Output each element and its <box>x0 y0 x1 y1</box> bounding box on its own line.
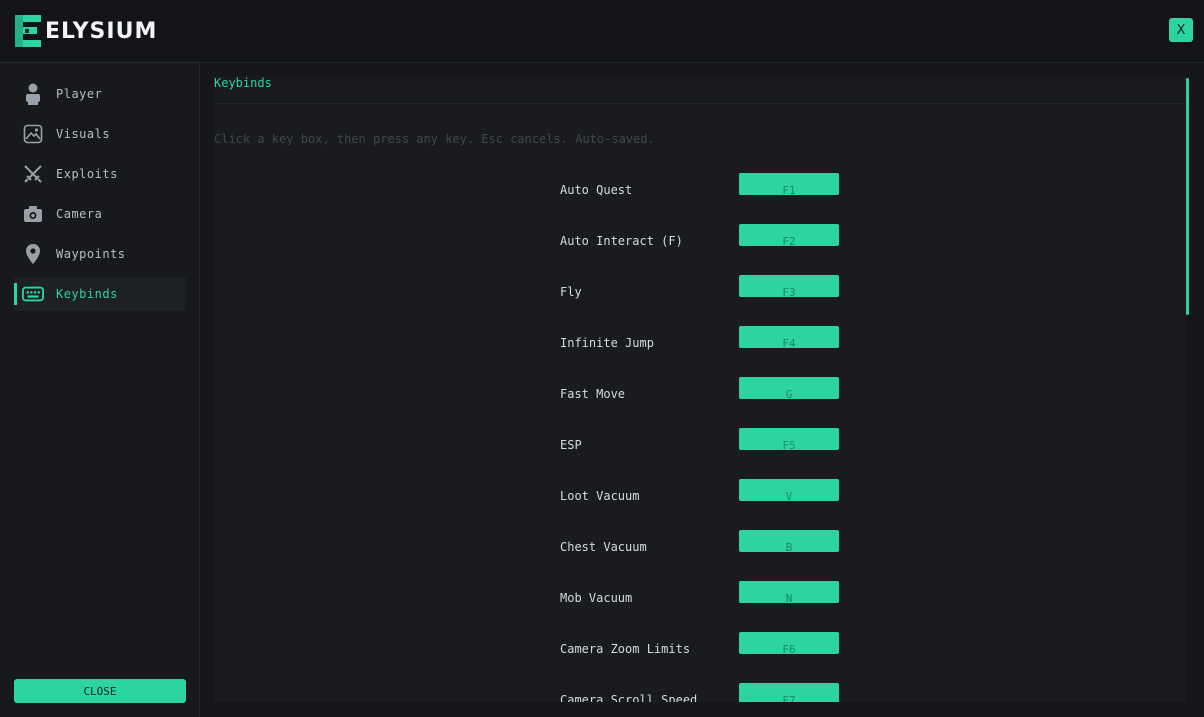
close-button[interactable]: CLOSE <box>14 679 186 703</box>
sidebar-item-label: Exploits <box>56 167 118 181</box>
app-window: ELYSIUM X Player Visuals Exploits Camera… <box>0 0 1204 717</box>
key-box[interactable]: F5 <box>739 428 839 450</box>
sidebar-item-waypoints[interactable]: Waypoints <box>14 237 186 271</box>
sidebar-item-label: Waypoints <box>56 247 126 261</box>
key-value: F4 <box>782 337 796 348</box>
close-window-button[interactable]: X <box>1169 18 1193 42</box>
panel-header: Keybinds <box>214 76 1186 104</box>
key-value: F1 <box>782 184 796 195</box>
key-value: F3 <box>782 286 796 297</box>
keybind-row: Auto Interact (F) F2 <box>560 224 840 248</box>
sidebar: Player Visuals Exploits Camera Waypoints… <box>0 63 200 717</box>
key-value: F5 <box>782 439 796 450</box>
keybind-label: Fast Move <box>560 387 626 401</box>
key-value: V <box>785 490 793 501</box>
app-logo: ELYSIUM <box>13 14 157 48</box>
image-icon <box>22 123 44 145</box>
keybind-label: Fly <box>560 285 582 299</box>
sidebar-item-label: Player <box>56 87 103 101</box>
key-value: B <box>785 541 793 552</box>
keybind-label: Mob Vacuum <box>560 591 633 605</box>
keybind-label: Loot Vacuum <box>560 489 640 503</box>
key-box[interactable]: F6 <box>739 632 839 654</box>
key-box[interactable]: N <box>739 581 839 603</box>
keybind-label: Auto Interact (F) <box>560 234 683 248</box>
main-content: Keybinds Click a key box, then press any… <box>200 63 1204 717</box>
keybind-row: ESP F5 <box>560 428 840 452</box>
keybind-row: Auto Quest F1 <box>560 173 840 197</box>
sidebar-item-player[interactable]: Player <box>14 77 186 111</box>
app-title: ELYSIUM <box>45 18 158 44</box>
key-box[interactable]: B <box>739 530 839 552</box>
keybind-row: Fast Move G <box>560 377 840 401</box>
keybind-row: Camera Zoom Limits F6 <box>560 632 840 656</box>
keybind-label: Camera Zoom Limits <box>560 642 691 656</box>
logo-icon <box>13 14 43 48</box>
key-value: G <box>785 388 793 399</box>
key-value: F7 <box>782 694 796 702</box>
title-bar: ELYSIUM X <box>0 0 1204 63</box>
keybind-label: Chest Vacuum <box>560 540 647 554</box>
crossed-swords-icon <box>22 163 44 185</box>
key-box[interactable]: F1 <box>739 173 839 195</box>
key-box[interactable]: F4 <box>739 326 839 348</box>
keybind-label: Auto Quest <box>560 183 633 197</box>
sidebar-item-exploits[interactable]: Exploits <box>14 157 186 191</box>
sidebar-item-keybinds[interactable]: Keybinds <box>14 277 186 311</box>
sidebar-item-label: Visuals <box>56 127 111 141</box>
keybind-row: Loot Vacuum V <box>560 479 840 503</box>
keybind-row: Camera Scroll Speed F7 <box>560 683 840 702</box>
keybind-row: Mob Vacuum N <box>560 581 840 605</box>
close-icon: X <box>1176 22 1186 38</box>
camera-icon <box>22 203 44 225</box>
keybind-row: Fly F3 <box>560 275 840 299</box>
sidebar-item-camera[interactable]: Camera <box>14 197 186 231</box>
keybind-label: ESP <box>560 438 582 452</box>
keybind-row: Chest Vacuum B <box>560 530 840 554</box>
sidebar-item-visuals[interactable]: Visuals <box>14 117 186 151</box>
sidebar-item-label: Camera <box>56 207 103 221</box>
scrollbar[interactable] <box>1186 78 1189 315</box>
panel-title: Keybinds <box>214 76 272 90</box>
keybind-row: Infinite Jump F4 <box>560 326 840 350</box>
keybind-label: Camera Scroll Speed <box>560 693 698 702</box>
hint-text: Click a key box, then press any key. Esc… <box>214 132 655 146</box>
key-box[interactable]: G <box>739 377 839 399</box>
keybinds-panel: Keybinds Click a key box, then press any… <box>214 76 1186 702</box>
map-pin-icon <box>22 243 44 265</box>
key-value: N <box>785 592 793 603</box>
key-value: F6 <box>782 643 796 654</box>
key-value: F2 <box>782 235 796 246</box>
sidebar-item-label: Keybinds <box>56 287 118 301</box>
keybind-label: Infinite Jump <box>560 336 654 350</box>
keyboard-icon <box>22 283 44 305</box>
person-icon <box>22 83 44 105</box>
key-box[interactable]: F7 <box>739 683 839 702</box>
key-box[interactable]: F3 <box>739 275 839 297</box>
key-box[interactable]: V <box>739 479 839 501</box>
key-box[interactable]: F2 <box>739 224 839 246</box>
